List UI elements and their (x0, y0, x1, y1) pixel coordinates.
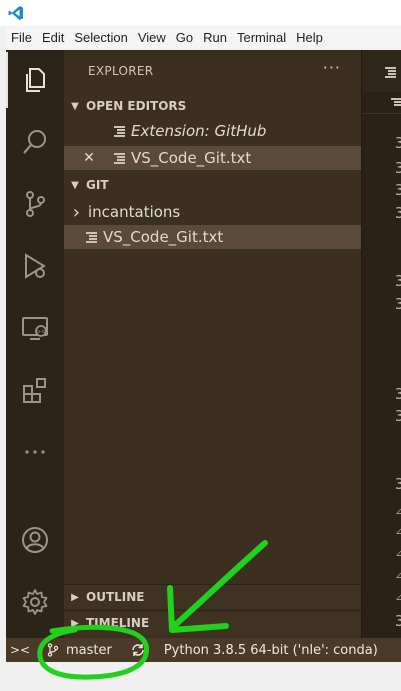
open-editors-header[interactable]: ▼ OPEN EDITORS (64, 95, 361, 117)
fold-marker: ⊿ (395, 590, 401, 603)
sync-icon[interactable] (130, 642, 146, 658)
sidebar-more-actions[interactable]: ··· (323, 58, 341, 77)
branch-name: master (66, 642, 112, 658)
search-icon (23, 130, 46, 154)
line-number: 3 (395, 612, 401, 630)
menu-file[interactable]: File (6, 27, 37, 49)
source-control-icon (26, 191, 45, 217)
file-lines-icon (391, 98, 401, 107)
folder-header[interactable]: ▼ GIT (64, 174, 361, 196)
menu-run[interactable]: Run (198, 27, 232, 49)
activity-manage[interactable] (6, 574, 64, 630)
menu-terminal[interactable]: Terminal (232, 27, 291, 49)
activity-run-debug[interactable] (6, 238, 64, 294)
debug-icon (25, 253, 46, 279)
workbench: >< EXPLORER ··· ▼ OPEN EDITORS Extension… (6, 50, 401, 638)
chevron-right-icon: ▶ (71, 591, 79, 603)
line-number: 3 (395, 134, 401, 152)
line-number: 3 (395, 475, 401, 493)
remote-icon[interactable]: >< (6, 643, 34, 657)
extensions-icon (23, 378, 46, 403)
file-lines-icon (385, 67, 396, 78)
fold-marker: ⊿ (395, 546, 401, 559)
menu-help[interactable]: Help (291, 27, 328, 49)
svg-text:><: >< (36, 329, 46, 336)
account-icon (22, 527, 48, 553)
editor-tab[interactable] (362, 50, 401, 92)
python-interpreter-status[interactable]: Python 3.8.5 64-bit ('nle': conda) (164, 643, 378, 658)
menu-bar: File Edit Selection View Go Run Terminal… (6, 27, 401, 49)
folder-label: GIT (86, 178, 109, 192)
line-number: 3 (395, 159, 401, 177)
timeline-section[interactable]: ▶ TIMELINE (64, 610, 361, 635)
open-editor-item[interactable]: ✕ VS_Code_Git.txt (64, 146, 361, 170)
remote-explorer-icon: >< (22, 317, 48, 340)
file-lines-icon (114, 153, 125, 164)
tree-item-file[interactable]: VS_Code_Git.txt (64, 225, 361, 249)
outline-label: OUTLINE (86, 590, 145, 604)
fold-marker: ⊿ (395, 568, 401, 581)
chevron-right-icon: › (72, 201, 80, 223)
menu-selection[interactable]: Selection (69, 27, 132, 49)
activity-bar: >< (6, 50, 64, 638)
activity-more[interactable] (6, 424, 64, 480)
menu-go[interactable]: Go (171, 27, 198, 49)
chevron-down-icon: ▼ (71, 179, 79, 191)
tree-item-folder[interactable]: › incantations (64, 200, 361, 224)
line-number: 3 (395, 295, 401, 313)
open-editor-label: Extension: GitHub (131, 122, 267, 140)
open-editors-label: OPEN EDITORS (86, 99, 187, 113)
activity-search[interactable] (6, 114, 64, 170)
open-editor-label: VS_Code_Git.txt (131, 149, 252, 167)
ellipsis-icon (25, 450, 45, 454)
activity-explorer[interactable] (6, 52, 64, 108)
git-branch-status[interactable]: master (46, 643, 112, 658)
file-lines-icon (86, 232, 97, 243)
open-editor-item[interactable]: Extension: GitHub (64, 119, 361, 143)
vscode-logo-icon (8, 6, 23, 20)
line-number: 3 (395, 385, 401, 403)
fold-marker: ⊿ (395, 504, 401, 517)
timeline-label: TIMELINE (86, 616, 150, 630)
chevron-right-icon: ▶ (71, 617, 79, 629)
tree-item-label: VS_Code_Git.txt (103, 228, 224, 246)
activity-source-control[interactable] (6, 176, 64, 232)
breadcrumb (362, 92, 401, 114)
explorer-sidebar: EXPLORER ··· ▼ OPEN EDITORS Extension: G… (64, 50, 361, 638)
title-bar (0, 0, 401, 26)
chevron-down-icon: ▼ (71, 100, 79, 112)
sidebar-title: EXPLORER (88, 64, 154, 78)
outline-section[interactable]: ▶ OUTLINE (64, 584, 361, 609)
line-number: 3 (395, 407, 401, 425)
editor-area[interactable]: 3 3 3 3 3 3 3 3 3 ⊿ ⊿ ⊿ ⊿ ⊿ 3 (361, 50, 401, 638)
status-bar: >< master Python 3.8.5 64-bit ('nle': co… (6, 638, 401, 662)
close-icon[interactable]: ✕ (64, 150, 114, 166)
menu-edit[interactable]: Edit (37, 27, 69, 49)
gear-icon (22, 589, 48, 615)
file-lines-icon (114, 126, 125, 137)
activity-accounts[interactable] (6, 512, 64, 568)
fold-marker: ⊿ (395, 524, 401, 537)
tree-item-label: incantations (88, 203, 181, 221)
activity-extensions[interactable] (6, 362, 64, 418)
line-number: 3 (395, 181, 401, 199)
line-number: 3 (395, 272, 401, 290)
files-icon (26, 68, 45, 92)
source-control-icon (47, 643, 59, 657)
line-number: 3 (395, 204, 401, 222)
menu-view[interactable]: View (133, 27, 171, 49)
activity-remote-explorer[interactable]: >< (6, 300, 64, 356)
